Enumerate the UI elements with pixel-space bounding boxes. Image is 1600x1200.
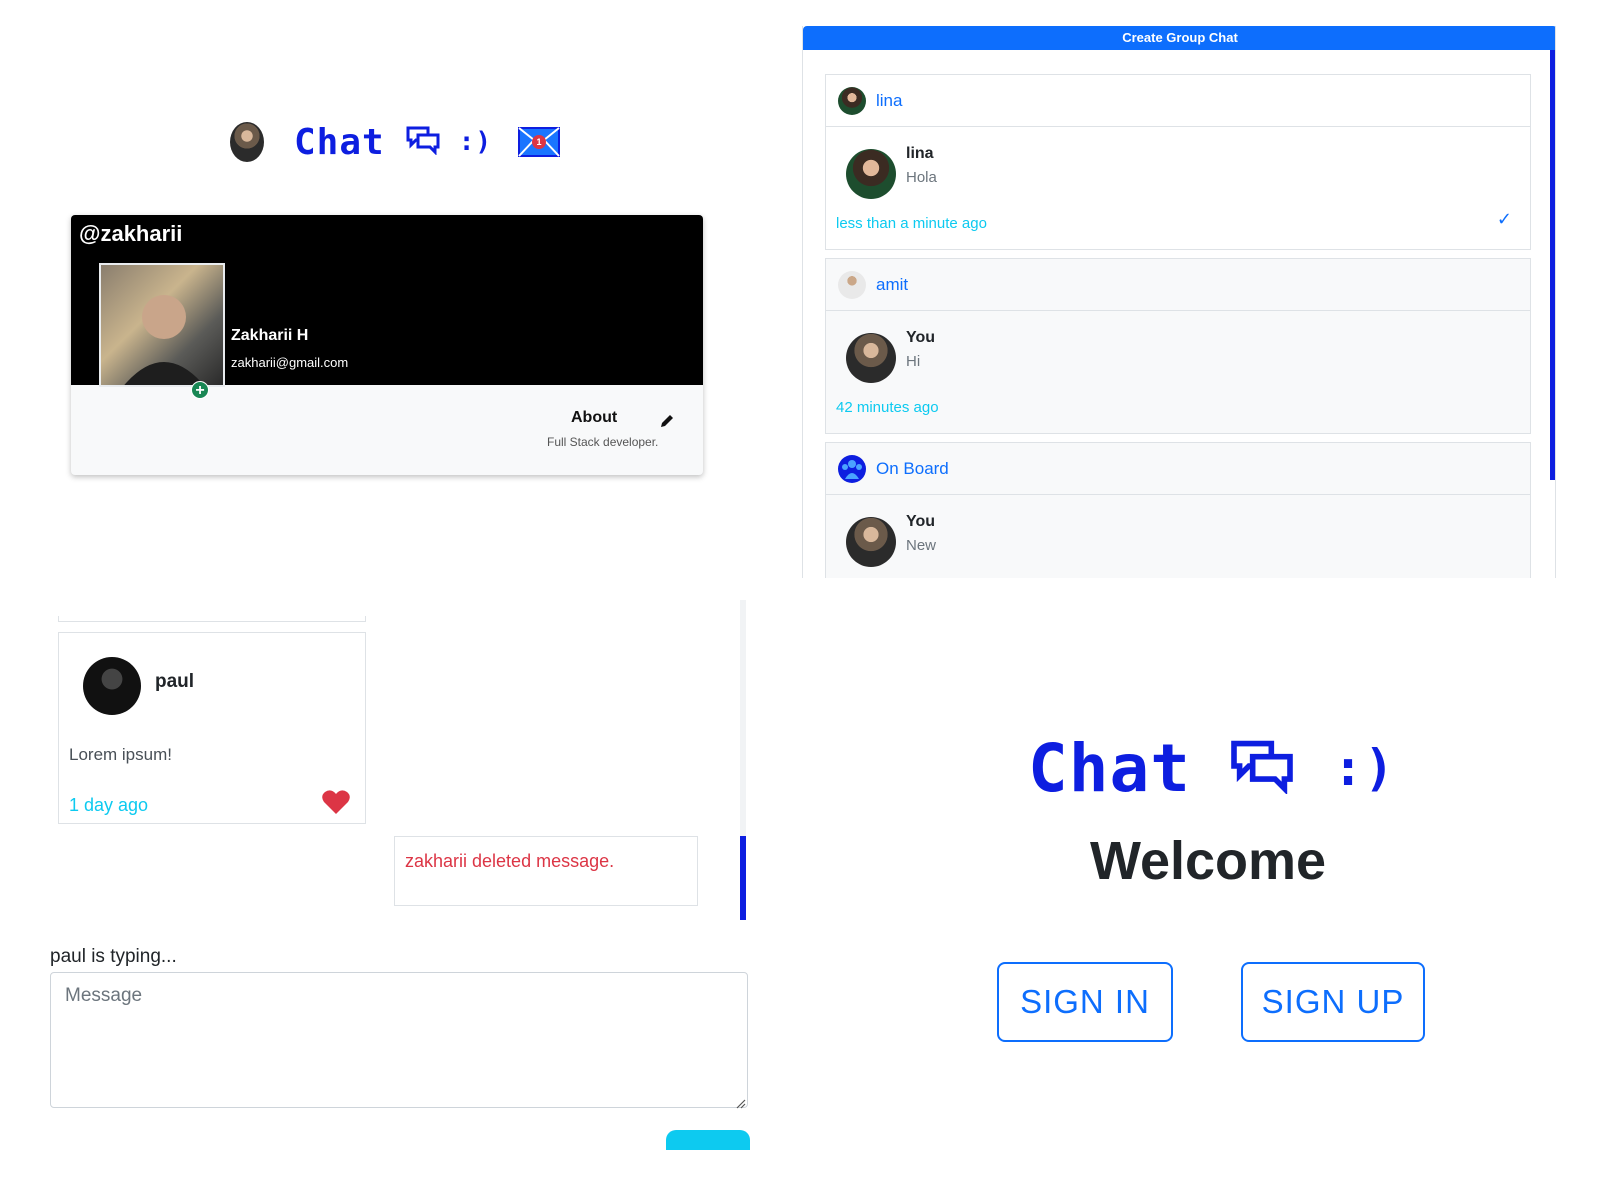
create-group-chat-button[interactable]: Create Group Chat <box>803 26 1555 50</box>
user-avatar[interactable] <box>230 122 264 162</box>
add-photo-icon[interactable]: + <box>191 381 209 399</box>
last-message: Hola <box>906 169 937 186</box>
message-card: paul Lorem ipsum! 1 day ago <box>58 632 366 824</box>
last-message: New <box>906 537 937 554</box>
message-time: less than a minute ago <box>836 215 987 232</box>
group-chat-panel: Create Group Chat lina lina Hola less th… <box>802 26 1556 578</box>
profile-handle: @zakharii <box>79 221 183 246</box>
group-icon <box>838 454 866 483</box>
brand-smiley: :) <box>1332 739 1396 797</box>
conversation-panel: paul Lorem ipsum! 1 day ago zakharii del… <box>50 600 754 1150</box>
chat-title: amit <box>876 274 909 294</box>
chat-list-item[interactable]: On Board You New <box>825 442 1531 578</box>
resize-grip-icon[interactable] <box>736 1096 746 1109</box>
heart-icon[interactable] <box>321 788 351 816</box>
chat-avatar <box>838 86 866 115</box>
chat-avatar <box>838 270 866 299</box>
profile-email: zakharii@gmail.com <box>231 355 349 370</box>
chat-list-item[interactable]: lina lina Hola less than a minute ago ✓ <box>825 74 1531 250</box>
message-input[interactable] <box>50 972 748 1108</box>
chat-header: amit <box>826 259 1530 311</box>
welcome-title: Welcome <box>1089 831 1327 891</box>
chat-preview: lina Hola less than a minute ago ✓ <box>826 127 1530 249</box>
scrollbar[interactable] <box>1550 50 1555 480</box>
chat-bubbles-icon <box>1227 738 1297 799</box>
profile-card: @zakharii Zakharii H zakharii@gmail.com … <box>71 215 703 475</box>
chat-list-item[interactable]: amit You Hi 42 minutes ago <box>825 258 1531 434</box>
send-button[interactable] <box>666 1130 750 1150</box>
author-avatar[interactable] <box>83 657 141 715</box>
brand-smiley: :) <box>458 127 492 157</box>
scrollbar-thumb[interactable] <box>740 836 746 920</box>
deleted-message-card: zakharii deleted message. <box>394 836 698 906</box>
mail-count-badge: 1 <box>532 135 546 149</box>
message-text: Lorem ipsum! <box>69 745 172 764</box>
chat-bubbles-icon <box>405 125 441 160</box>
typing-indicator: paul is typing... <box>50 946 177 967</box>
sender-name: You <box>906 329 936 346</box>
sender-avatar <box>846 333 896 383</box>
pencil-icon[interactable] <box>657 411 677 431</box>
message-time: 42 minutes ago <box>836 399 939 416</box>
last-message: Hi <box>906 353 921 370</box>
brand-chat-text: Chat <box>293 121 385 163</box>
chat-preview: You New <box>826 495 1530 578</box>
about-title: About <box>571 409 618 426</box>
top-header: Chat :) 1 <box>230 114 560 170</box>
sender-name: lina <box>906 145 934 162</box>
mail-icon[interactable]: 1 <box>518 127 560 157</box>
welcome-brand: Chat :) <box>1028 728 1408 808</box>
chat-header: On Board <box>826 443 1530 495</box>
message-time: 1 day ago <box>69 795 149 815</box>
chat-preview: You Hi 42 minutes ago <box>826 311 1530 433</box>
check-icon: ✓ <box>1496 209 1512 229</box>
chat-title: On Board <box>876 458 949 478</box>
message-card <box>58 616 366 622</box>
sender-avatar <box>846 149 896 199</box>
author-name: paul <box>155 671 195 692</box>
deleted-message-text: zakharii deleted message. <box>405 851 615 871</box>
scrollbar-track[interactable] <box>740 600 746 836</box>
sign-in-button[interactable]: SIGN IN <box>997 962 1173 1042</box>
chat-header: lina <box>826 75 1530 127</box>
profile-photo <box>99 263 225 387</box>
sender-avatar <box>846 517 896 567</box>
profile-name: Zakharii H <box>231 327 309 344</box>
sender-name: You <box>906 513 936 530</box>
about-text: Full Stack developer. <box>547 435 659 449</box>
brand-chat-text: Chat <box>1028 729 1191 807</box>
chat-title: lina <box>876 90 903 110</box>
sign-up-button[interactable]: SIGN UP <box>1241 962 1425 1042</box>
